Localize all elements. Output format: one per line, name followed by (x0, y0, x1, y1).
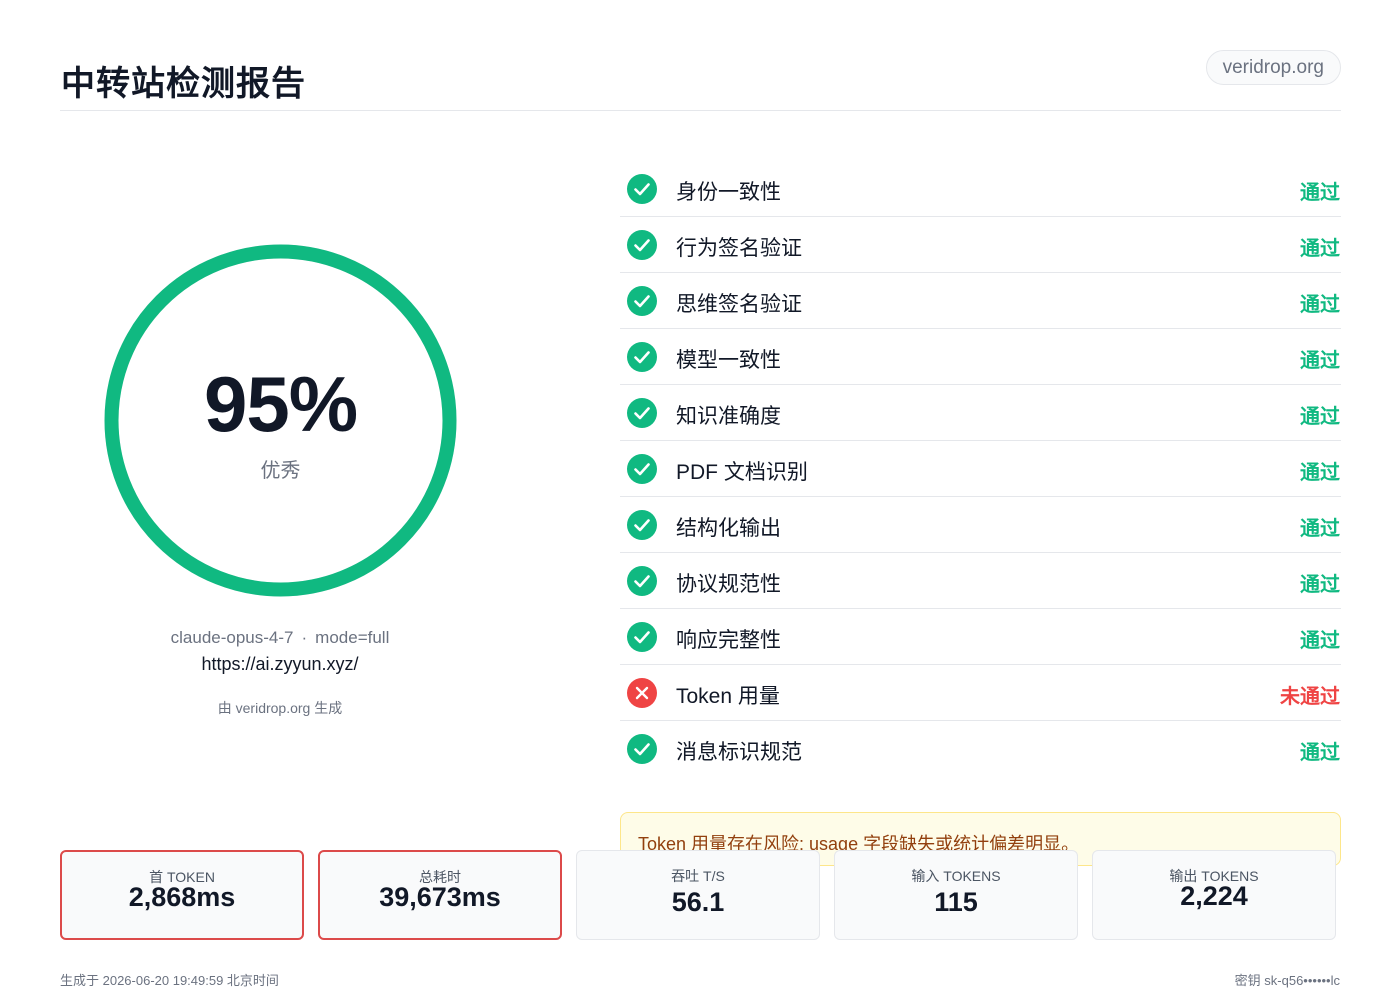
check-status: 通过 (1300, 238, 1340, 260)
check-label: 响应完整性 (676, 629, 781, 652)
check-circle-icon (627, 342, 657, 372)
domain-badge[interactable]: veridrop.org (1205, 50, 1341, 85)
stat-label: 吞吐 T/S (671, 868, 725, 884)
check-row: 身份一致性 通过 (620, 161, 1341, 217)
check-circle-icon (627, 174, 657, 204)
stat-label: 输入 TOKENS (911, 868, 1001, 884)
check-label: 结构化输出 (676, 517, 781, 540)
check-row: 协议规范性 通过 (620, 553, 1341, 609)
stat-input-tokens: 输入 TOKENS 115 (834, 850, 1078, 940)
stat-throughput: 吞吐 T/S 56.1 (576, 850, 820, 940)
generated-timestamp: 生成于 2026-06-20 19:49:59 北京时间 (60, 973, 279, 988)
check-circle-icon (627, 398, 657, 428)
page-title: 中转站检测报告 (61, 65, 306, 103)
check-label: 行为签名验证 (676, 237, 802, 260)
check-label: 协议规范性 (676, 573, 781, 596)
report-header: 中转站检测报告 veridrop.org (60, 50, 1341, 111)
check-status: 通过 (1300, 182, 1340, 204)
check-list: 身份一致性 通过 行为签名验证 通过 思维签名验证 通过 模型一致性 通过 知识准确度 通过 PDF… (620, 161, 1341, 777)
check-label: 模型一致性 (676, 349, 781, 372)
check-circle-icon (627, 622, 657, 652)
model-name: claude-opus-4-7 (170, 628, 294, 647)
check-status: 未通过 (1280, 686, 1340, 708)
check-circle-icon (627, 734, 657, 764)
score-grade: 优秀 (260, 460, 301, 482)
check-row: Token 用量 未通过 (620, 665, 1341, 721)
meta-separator: · (301, 628, 308, 647)
api-key-masked: 密钥 sk-q56••••••lc (1234, 973, 1340, 988)
check-row: 结构化输出 通过 (620, 497, 1341, 553)
generated-by: 由 veridrop.org 生成 (217, 700, 343, 716)
x-circle-icon (627, 678, 657, 708)
check-label: 身份一致性 (676, 181, 781, 204)
check-status: 通过 (1300, 294, 1340, 316)
check-status: 通过 (1300, 518, 1340, 540)
mode-value: mode=full (315, 628, 390, 647)
check-circle-icon (627, 286, 657, 316)
stat-value: 2,224 (1180, 881, 1248, 911)
check-circle-icon (627, 230, 657, 260)
report-page: 中转站检测报告 veridrop.org 95% 优秀 claude-opus-… (0, 0, 1400, 1000)
check-circle-icon (627, 510, 657, 540)
stat-value: 39,673ms (379, 882, 501, 912)
check-row: 知识准确度 通过 (620, 385, 1341, 441)
check-row: 模型一致性 通过 (620, 329, 1341, 385)
check-circle-icon (627, 454, 657, 484)
check-status: 通过 (1300, 630, 1340, 652)
check-circle-icon (627, 566, 657, 596)
check-row: 行为签名验证 通过 (620, 217, 1341, 273)
check-row: 思维签名验证 通过 (620, 273, 1341, 329)
check-row: PDF 文档识别 通过 (620, 441, 1341, 497)
stat-total-time: 总耗时 39,673ms (318, 850, 562, 940)
stat-value: 2,868ms (128, 882, 236, 912)
check-status: 通过 (1300, 350, 1340, 372)
check-label: 知识准确度 (676, 405, 781, 428)
check-status: 通过 (1300, 462, 1340, 484)
check-label: 思维签名验证 (676, 293, 802, 316)
check-status: 通过 (1300, 406, 1340, 428)
check-label: PDF 文档识别 (676, 461, 808, 484)
score-ring: 95% 优秀 (104, 244, 457, 597)
stat-value: 115 (934, 887, 978, 917)
stat-output-tokens: 输出 TOKENS 2,224 (1092, 850, 1336, 940)
endpoint-url[interactable]: https://ai.zyyun.xyz/ (100, 654, 460, 675)
check-label: 消息标识规范 (676, 741, 802, 764)
stat-value: 56.1 (671, 887, 725, 917)
check-row: 响应完整性 通过 (620, 609, 1341, 665)
check-status: 通过 (1300, 574, 1340, 596)
check-status: 通过 (1300, 742, 1340, 764)
check-row: 消息标识规范 通过 (620, 721, 1341, 777)
stat-first-token: 首 TOKEN 2,868ms (60, 850, 304, 940)
score-value: 95% (203, 360, 358, 448)
model-mode-line: claude-opus-4-7 · mode=full (100, 628, 460, 648)
check-label: Token 用量 (676, 685, 780, 708)
